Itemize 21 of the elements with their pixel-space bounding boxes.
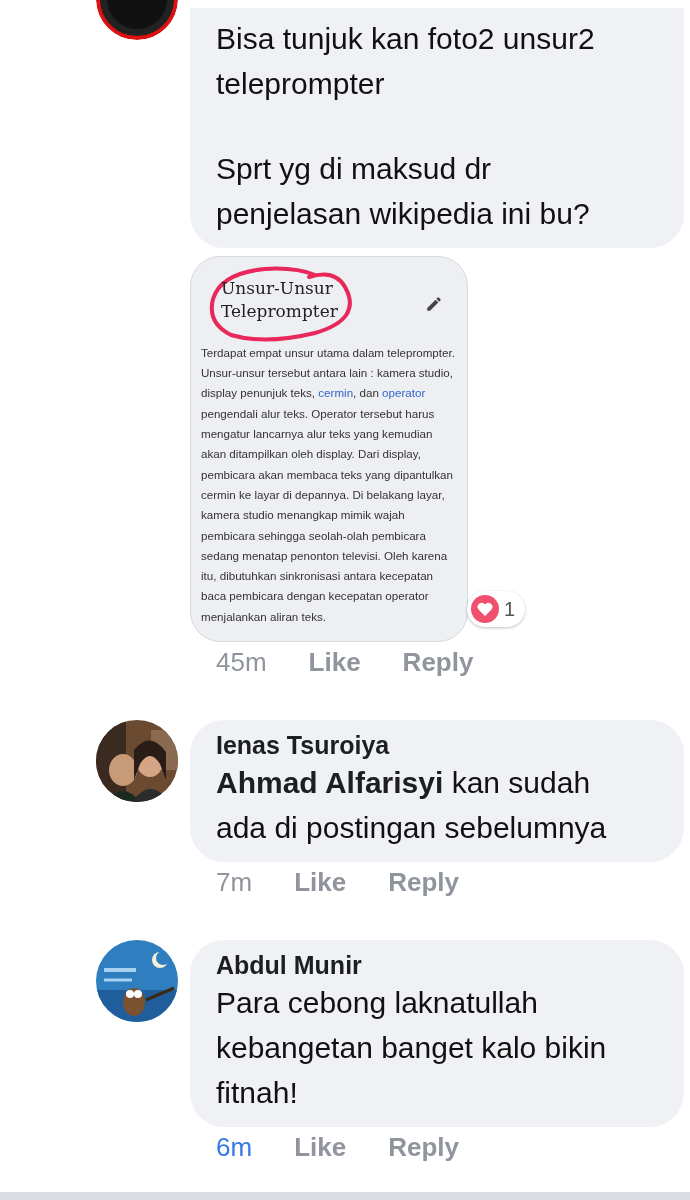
author-name[interactable]: Abdul Munir [216,949,644,980]
mention-link[interactable]: Ahmad Alfarisyi [216,765,444,799]
reaction-count: 1 [503,597,515,623]
action-link[interactable]: Reply [388,1130,459,1165]
comment-text: Ahmad Alfarisyi kan sudah ada di postingan sebelumnya [216,764,608,846]
action-link[interactable]: Reply [388,865,459,900]
article-heading: Unsur-Unsur Teleprompter [221,277,339,323]
article-text: Terdapat empat unsur utama dalam teleprompter. Unsur-unsur tersebut antara lain : kamera studio, display penunjuk teks, cermin, dan operator pengendali alur teks. Operator tersebut harus mengatur lancarnya alur teks yang kemudian akan ditampilkan oleh display. Dari display, pembicara akan membaca teks yang dipantulkan cermin ke layar di depannya. Di belakang layar, kamera studio menangkap mimik wajah pembicara sehingga seolah-olah pembicara sedang menatap penonton televisi. Oleh karena itu, dibutuhkan sinkronisasi antara kecepatan baca pembicara dengan kecepatan operator menjalankan aliran teks. [201,344,456,625]
action-link[interactable]: Like [308,646,361,680]
author-name[interactable]: Ienas Tsuroiya [216,729,644,760]
comment-text: Sprt yg di maksud dr penjelasan wikipedia ini bu? [216,151,591,232]
comment-text: Bisa tunjuk kan foto2 unsur2 teleprompter [216,21,596,102]
pencil-icon[interactable] [425,295,443,313]
timestamp: 45m [216,646,267,680]
timestamp: 6m [216,1130,253,1164]
timestamp: 7m [216,865,253,899]
action-link[interactable]: Like [294,865,347,900]
action-link[interactable]: Reply [402,646,474,680]
action-link[interactable]: Like [294,1130,347,1165]
comment-text: Para cebong laknatullah kebangetan banget kalo bikin fitnah! [216,984,608,1111]
article-link[interactable]: operator [382,386,426,400]
